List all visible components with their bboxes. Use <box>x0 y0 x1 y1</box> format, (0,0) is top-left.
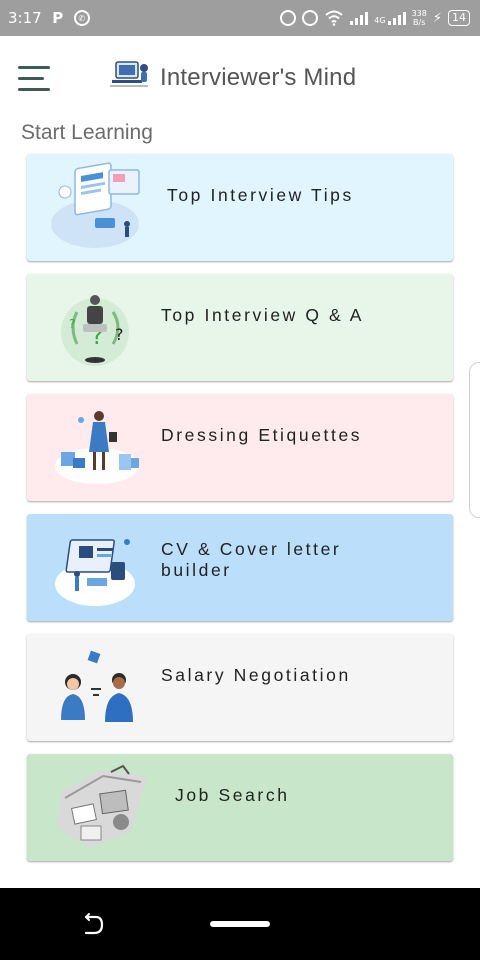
card-top-interview-tips[interactable]: Top Interview Tips <box>27 154 453 261</box>
charging-icon: ⚡ <box>432 10 442 26</box>
shopping-woman-illustration <box>55 411 139 484</box>
interview-tips-illustration <box>51 162 140 248</box>
card-list: Top Interview Tips ? ? ? Top Interview Q… <box>27 154 453 874</box>
network-speed-unit: B/s <box>413 18 426 27</box>
section-title: Start Learning <box>21 121 153 144</box>
menu-icon-line-2 <box>18 77 44 80</box>
card-salary-negotiation[interactable]: Salary Negotiation <box>27 634 453 741</box>
battery-level: 14 <box>448 10 470 26</box>
app-bar: Interviewer's Mind <box>0 36 480 120</box>
whatsapp-icon: ✆ <box>73 10 90 26</box>
card-cv-cover-letter-builder[interactable]: CV & Cover letter builder <box>27 514 453 621</box>
card-label: Job Search <box>175 785 290 805</box>
app-title: Interviewer's Mind <box>160 64 357 91</box>
status-bar: 3:17 P ✆ 4G 338 B/s ⚡ 14 <box>0 0 480 36</box>
data-saver-icon <box>302 10 319 26</box>
home-gesture-bar[interactable] <box>210 921 270 927</box>
svg-text:?: ? <box>115 325 124 344</box>
card-job-search[interactable]: Job Search <box>27 754 453 861</box>
card-label: CV & Cover letter builder <box>161 539 342 580</box>
card-label: Salary Negotiation <box>161 665 351 685</box>
signal-icon-2 <box>387 11 406 25</box>
edge-panel-handle[interactable] <box>469 362 480 518</box>
signal-icon-1 <box>350 11 369 25</box>
card-dressing-etiquettes[interactable]: Dressing Etiquettes <box>27 394 453 501</box>
network-speed-value: 338 <box>411 9 427 18</box>
card-label: Top Interview Q & A <box>161 305 365 325</box>
back-icon[interactable] <box>80 912 106 938</box>
network-type: 4G <box>374 11 406 25</box>
card-label: Top Interview Tips <box>167 185 354 205</box>
menu-icon-line-1 <box>18 66 50 69</box>
navigation-bar <box>0 888 480 960</box>
svg-text:?: ? <box>69 317 75 331</box>
negotiation-illustration <box>61 650 133 722</box>
network-type-label: 4G <box>374 16 386 25</box>
menu-button[interactable] <box>18 66 50 92</box>
app-logo-icon <box>110 61 148 87</box>
alarm-icon <box>280 10 297 26</box>
status-time: 3:17 <box>8 9 42 27</box>
status-left: 3:17 P ✆ <box>8 9 90 27</box>
menu-icon-line-3 <box>18 88 50 91</box>
network-speed: 338 B/s <box>412 9 427 27</box>
status-right: 4G 338 B/s ⚡ 14 <box>280 9 470 27</box>
parking-app-icon: P <box>52 9 64 27</box>
question-answer-illustration: ? ? ? <box>61 295 129 366</box>
wifi-icon <box>325 10 343 26</box>
card-label: Dressing Etiquettes <box>161 425 363 445</box>
job-search-illustration <box>57 764 147 848</box>
card-top-interview-qa[interactable]: ? ? ? Top Interview Q & A <box>27 274 453 381</box>
cv-builder-illustration <box>55 539 135 606</box>
